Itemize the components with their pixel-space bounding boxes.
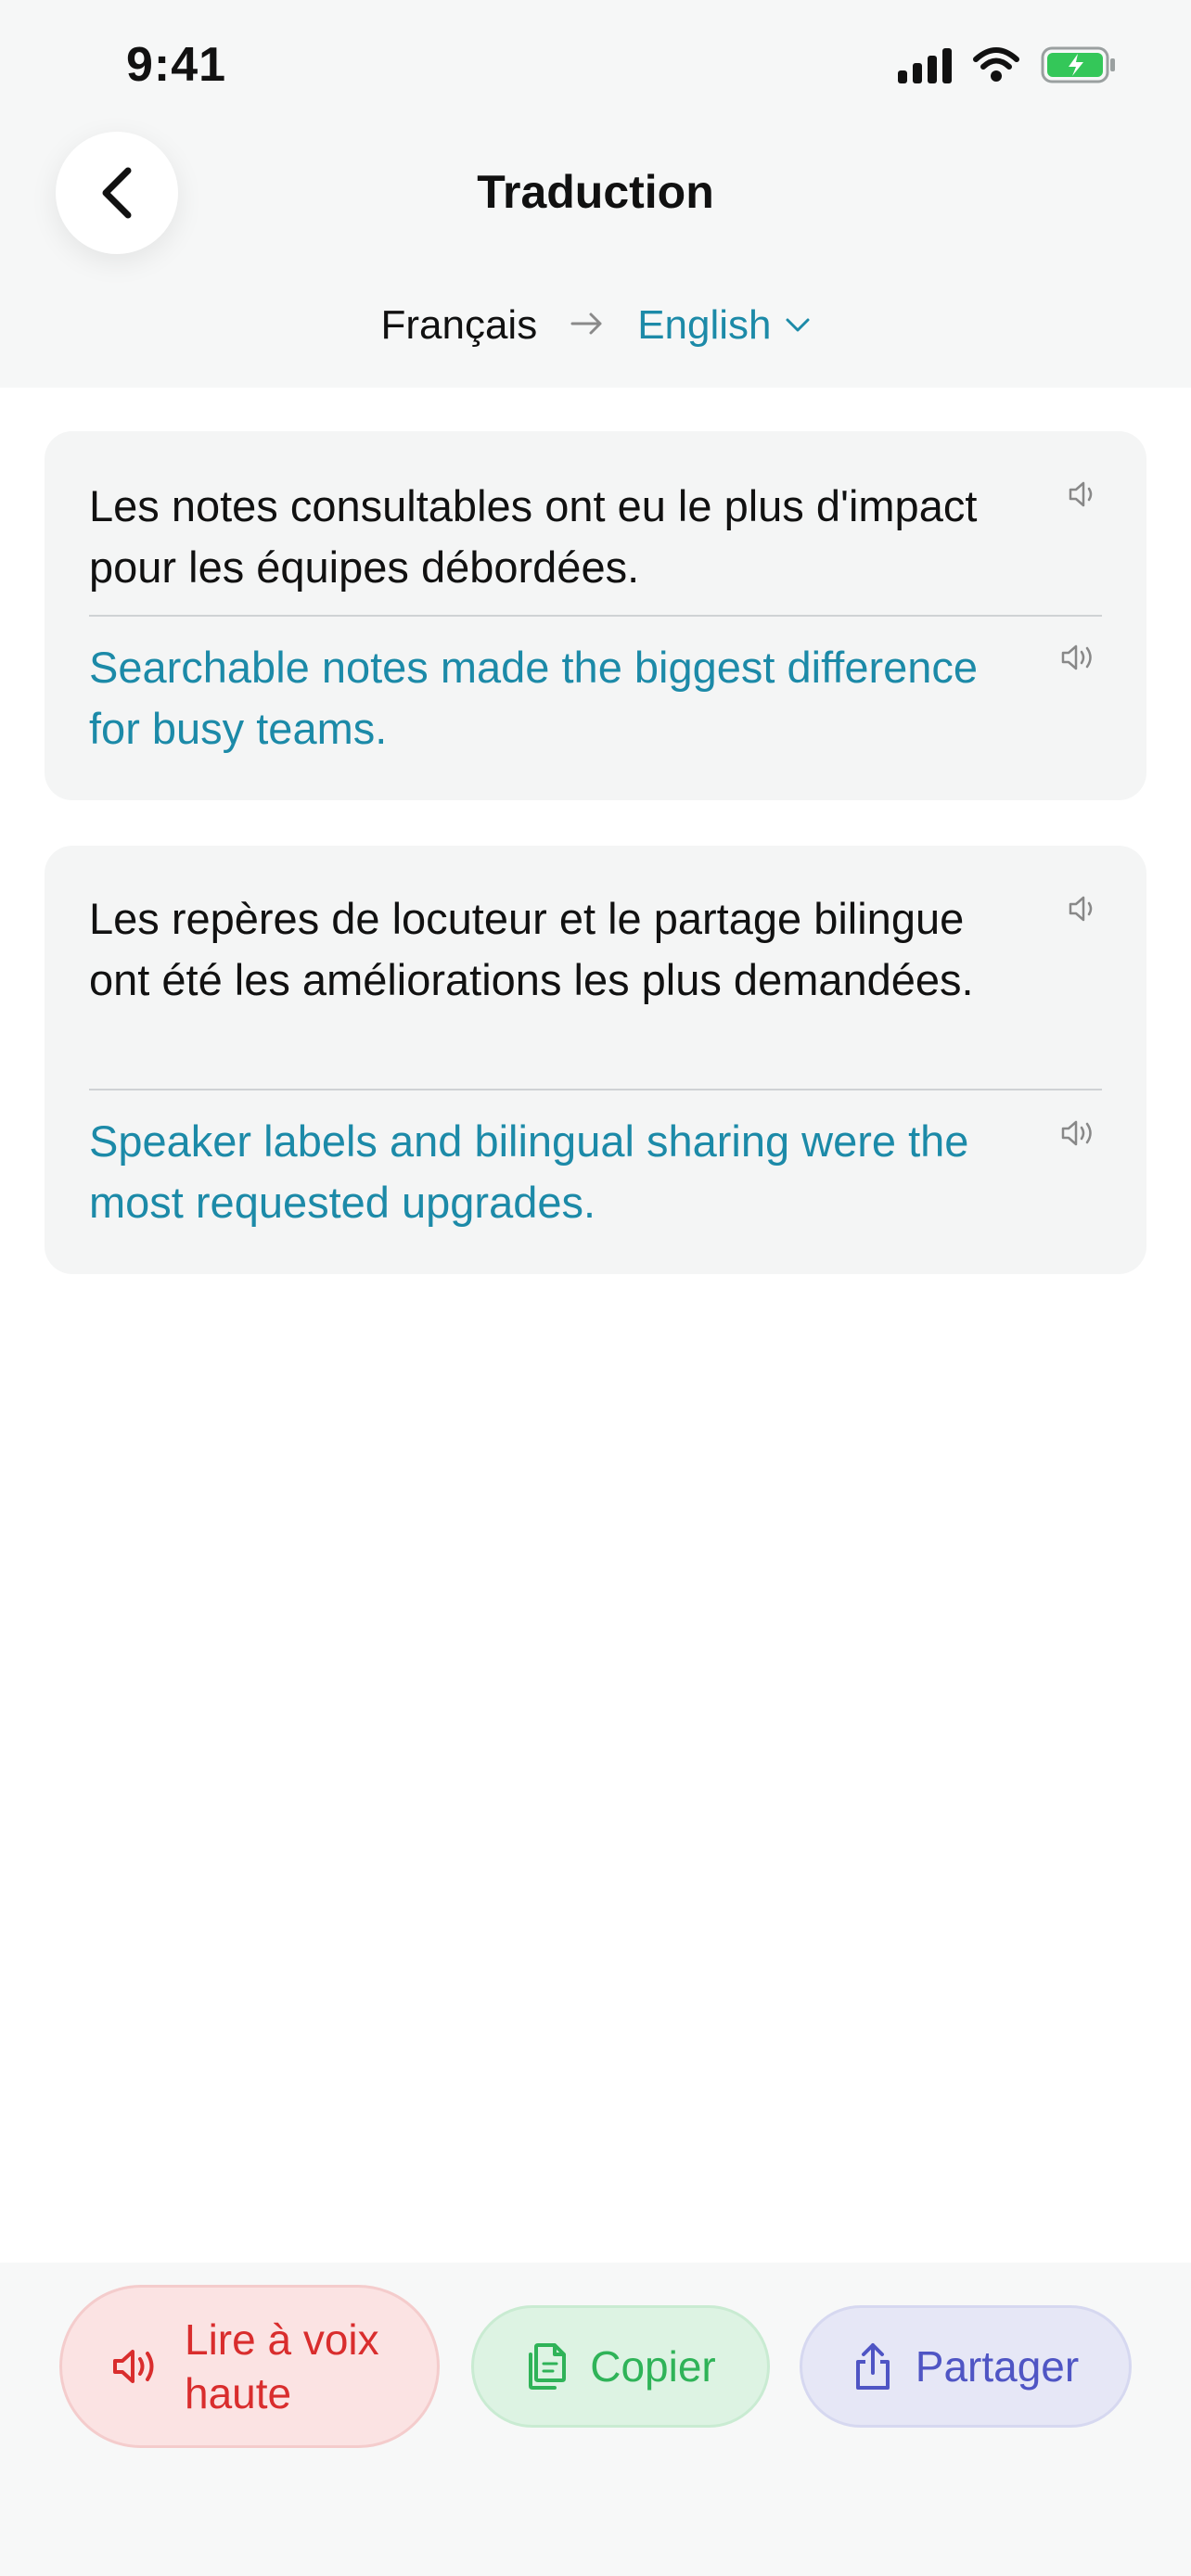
target-language: English (637, 302, 772, 348)
speaker-icon[interactable] (1065, 890, 1102, 927)
wifi-icon (972, 46, 1020, 83)
divider (89, 1089, 1102, 1090)
signal-icon (898, 46, 952, 83)
language-selector: Français English (0, 302, 1191, 349)
speaker-icon[interactable] (1059, 639, 1102, 676)
chevron-down-icon (786, 318, 810, 332)
battery-icon (1041, 46, 1117, 83)
translation-card: Les repères de locuteur et le partage bi… (45, 846, 1146, 1274)
speaker-icon[interactable] (1059, 1115, 1102, 1152)
share-label: Partager (915, 2342, 1080, 2391)
translated-text: Speaker labels and bilingual sharing wer… (89, 1116, 969, 1227)
page-title: Traduction (477, 166, 714, 218)
target-language-dropdown[interactable]: English (637, 302, 810, 349)
source-text: Les notes consultables ont eu le plus d'… (89, 481, 978, 592)
source-language[interactable]: Français (380, 302, 537, 349)
arrow-right-icon (569, 305, 606, 347)
copy-button[interactable]: Copier (471, 2305, 770, 2428)
copy-label: Copier (590, 2342, 716, 2391)
read-aloud-button[interactable]: Lire à voix haute (59, 2285, 440, 2448)
status-time: 9:41 (126, 38, 227, 92)
share-icon (855, 2343, 890, 2390)
read-aloud-label: Lire à voix haute (185, 2315, 379, 2417)
speaker-icon[interactable] (1065, 476, 1102, 513)
status-icons (898, 46, 1117, 83)
divider (89, 615, 1102, 617)
speaker-icon (113, 2350, 154, 2383)
translated-text: Searchable notes made the biggest differ… (89, 643, 979, 753)
status-bar: 9:41 (0, 0, 1191, 130)
copy-icon (529, 2343, 567, 2390)
source-text: Les repères de locuteur et le partage bi… (89, 894, 974, 1004)
share-button[interactable]: Partager (800, 2305, 1132, 2428)
translation-card: Les notes consultables ont eu le plus d'… (45, 431, 1146, 800)
